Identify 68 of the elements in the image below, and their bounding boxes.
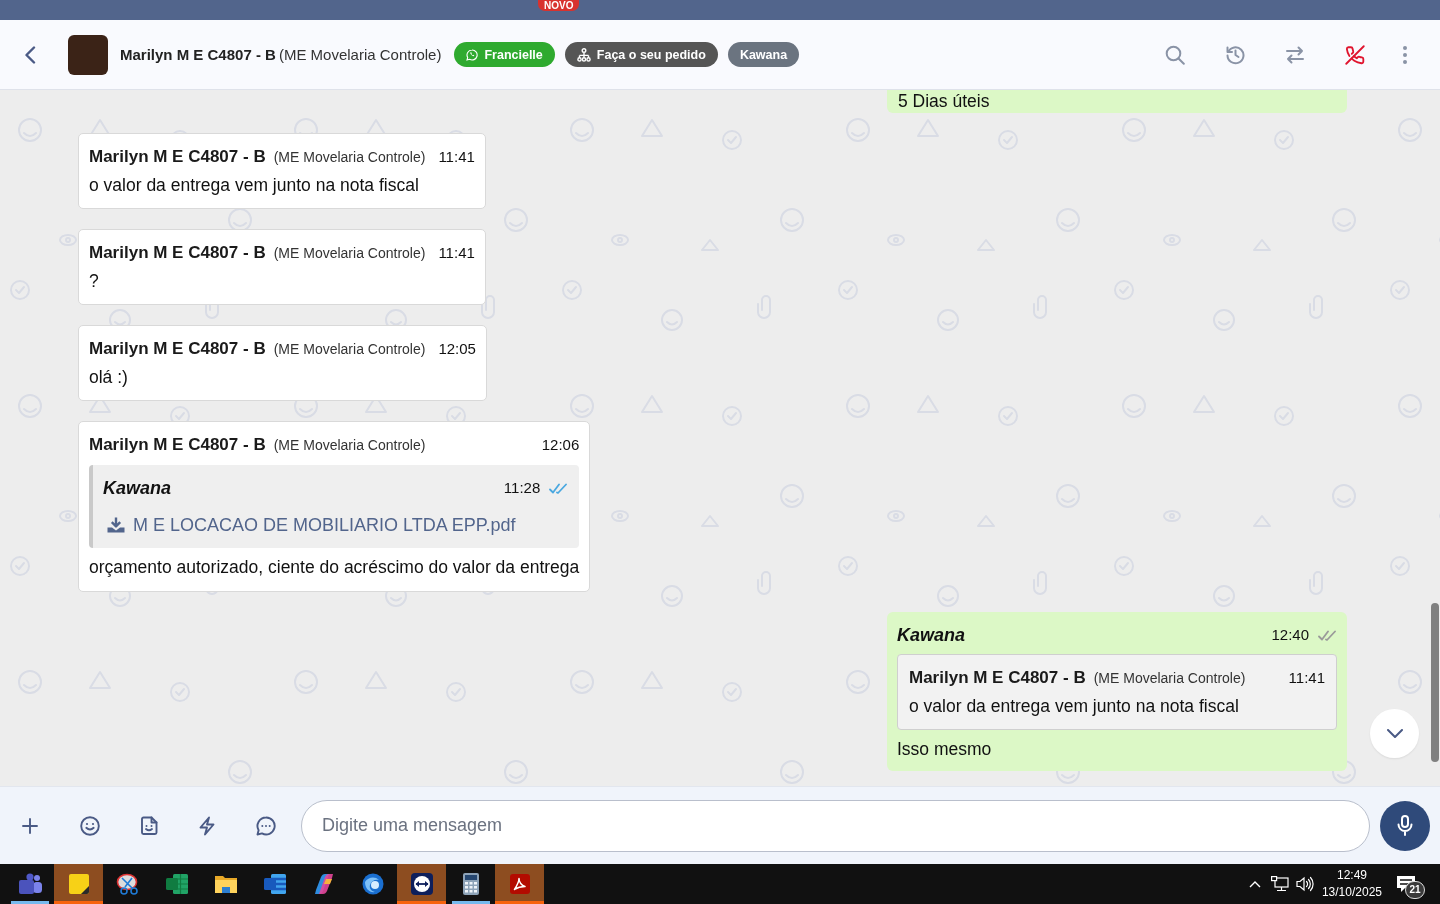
contact-company: (ME Movelaria Controle) xyxy=(278,46,442,63)
avatar-image xyxy=(68,34,108,75)
chat-phone-icon xyxy=(466,48,479,61)
notification-count: 21 xyxy=(1405,881,1425,899)
sticker-icon[interactable] xyxy=(140,815,158,836)
microphone-icon xyxy=(1397,815,1413,836)
lightning-icon[interactable] xyxy=(198,815,216,836)
sticky-note-icon xyxy=(66,872,91,896)
history-icon[interactable] xyxy=(1224,44,1246,65)
quoted-message[interactable]: Marilyn M E C4807 - B (ME Movelaria Controle) 11:41 o valor da entrega vem junto na nota fiscal xyxy=(897,654,1337,730)
message-text: orçamento autorizado, ciente do acréscimo do valor da entrega xyxy=(89,556,580,579)
chevron-down-icon xyxy=(1386,729,1403,738)
new-badge: NOVO xyxy=(538,0,580,11)
contact-name: Marilyn M E C4807 - B xyxy=(120,46,276,63)
network-icon[interactable] xyxy=(1270,876,1289,892)
taskbar-button[interactable] xyxy=(397,864,446,904)
message-time: 12:40 xyxy=(1271,625,1309,645)
sender-name: Marilyn M E C4807 - B xyxy=(89,242,266,264)
pdf-icon xyxy=(507,872,532,896)
sender-company: (ME Movelaria Controle) xyxy=(273,244,426,263)
message-input[interactable]: Digite uma mensagem xyxy=(301,799,1370,852)
message-text: ? xyxy=(89,270,100,293)
download-icon[interactable] xyxy=(107,517,125,533)
message-time: 12:06 xyxy=(541,435,580,455)
sender-name: Marilyn M E C4807 - B xyxy=(89,434,266,456)
message-text: o valor da entrega vem junto na nota fiscal xyxy=(89,174,420,197)
clock-date[interactable]: 13/10/2025 xyxy=(1321,884,1382,901)
chat-dots-icon[interactable] xyxy=(256,815,276,836)
phone-off-icon[interactable] xyxy=(1345,44,1365,65)
speaker-icon[interactable] xyxy=(1295,876,1314,892)
sender-company: (ME Movelaria Controle) xyxy=(273,436,426,455)
search-icon[interactable] xyxy=(1165,44,1185,65)
sender-company: (ME Movelaria Controle) xyxy=(273,148,426,167)
message-time: 11:28 xyxy=(503,478,541,498)
emoji-icon[interactable] xyxy=(80,815,100,836)
back-icon[interactable] xyxy=(24,45,36,64)
message-time: 12:05 xyxy=(438,339,476,359)
microphone-button[interactable] xyxy=(1380,800,1430,851)
sender-name: Kawana xyxy=(103,477,172,499)
message-time: 11:41 xyxy=(438,147,475,167)
message-text: olá :) xyxy=(89,366,129,389)
sender-name: Marilyn M E C4807 - B xyxy=(89,338,266,360)
spreadsheet-icon xyxy=(164,872,189,896)
hierarchy-icon xyxy=(576,47,591,62)
sender-name: Marilyn M E C4807 - B xyxy=(89,146,266,168)
document-icon xyxy=(262,872,287,896)
sender-company: (ME Movelaria Controle) xyxy=(1093,669,1246,688)
tag-pill[interactable]: Kawana xyxy=(727,42,800,67)
attachment-link[interactable]: M E LOCACAO DE MOBILIARIO LTDA EPP.pdf xyxy=(133,514,516,536)
quoted-message[interactable]: Kawana 11:28 M E LOCACAO DE MOBILIARIO LTDA EPP.pdf xyxy=(89,465,580,548)
clock-time[interactable]: 12:49 xyxy=(1336,867,1367,884)
scissors-icon xyxy=(115,872,140,896)
message-time: 11:41 xyxy=(1288,668,1325,688)
message-time: 11:41 xyxy=(438,243,475,263)
scrollbar[interactable] xyxy=(1431,603,1439,762)
plus-icon[interactable] xyxy=(20,815,40,836)
orb-icon xyxy=(360,872,385,896)
tag-pill[interactable]: Faça o seu pedido xyxy=(564,42,718,67)
more-icon[interactable] xyxy=(1403,45,1407,64)
sender-name: Marilyn M E C4807 - B xyxy=(909,667,1086,689)
message-text: 5 Dias úteis xyxy=(898,90,991,112)
people-icon xyxy=(17,872,42,896)
sender-name: Kawana xyxy=(897,624,966,646)
message-text: Isso mesmo xyxy=(897,738,993,761)
message-text: o valor da entrega vem junto na nota fiscal xyxy=(909,695,1240,718)
swap-arrows-icon[interactable] xyxy=(1285,45,1305,64)
caret-up-icon[interactable] xyxy=(1248,880,1261,888)
sender-company: (ME Movelaria Controle) xyxy=(273,340,426,359)
